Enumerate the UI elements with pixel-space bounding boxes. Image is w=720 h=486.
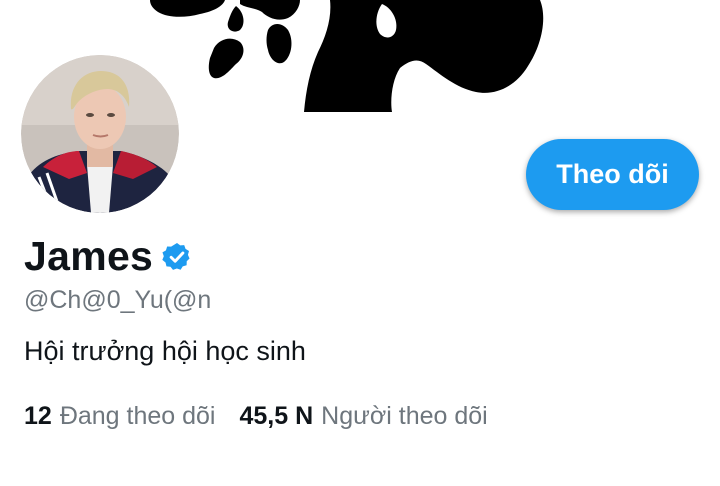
profile-stats: 12 Đang theo dõi 45,5 N Người theo dõi [24,402,488,431]
banner-blob [266,24,292,64]
followers-stat[interactable]: 45,5 N Người theo dõi [240,402,488,431]
banner-blob [240,0,300,20]
followers-label: Người theo dõi [321,402,488,430]
banner-blob [304,0,544,112]
avatar[interactable] [18,52,182,216]
profile-bio: Hội trưởng hội học sinh [24,336,306,366]
follow-button[interactable]: Theo dõi [526,139,699,210]
profile-handle: @Ch@0_Yu(@n [24,286,212,314]
following-label: Đang theo dõi [59,402,216,430]
banner-blob [150,0,225,17]
following-stat[interactable]: 12 Đang theo dõi [24,402,216,431]
profile-name-row: James [24,233,193,280]
following-count: 12 [24,402,52,430]
followers-count: 45,5 N [239,402,314,430]
banner-blob [208,38,244,79]
banner-blob [227,6,244,32]
profile-name: James [24,233,154,279]
verified-badge-icon [161,241,193,273]
